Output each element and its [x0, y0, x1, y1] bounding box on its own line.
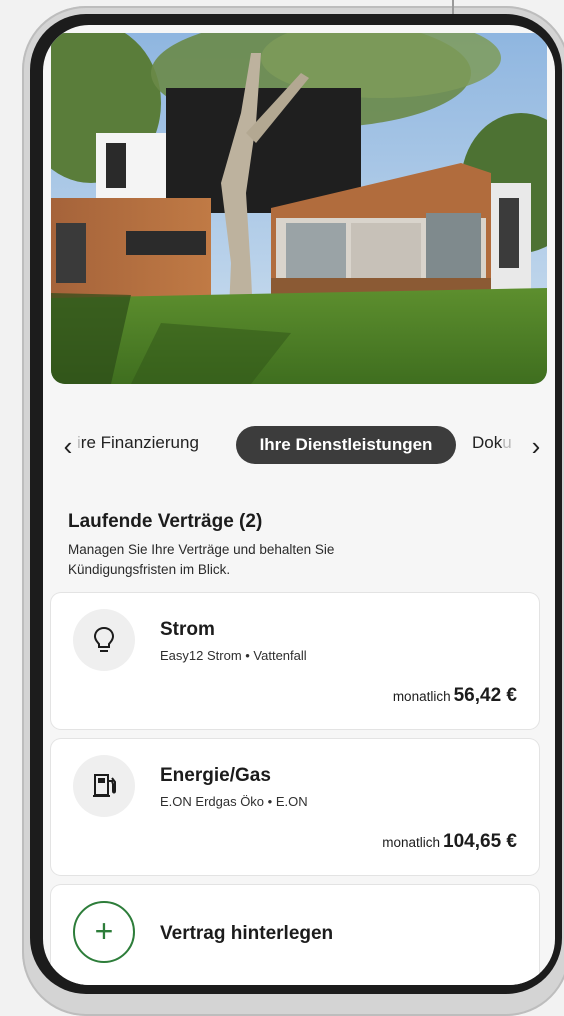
contract-title: Strom — [160, 619, 215, 640]
contract-subtitle: E.ON Erdgas Öko • E.ON — [160, 794, 308, 809]
price-period: monatlich — [392, 689, 451, 704]
app-screen: ‹ ire Finanzierung Ihre Dienstleistungen… — [43, 25, 555, 985]
price-amount: 104,65 € — [443, 831, 517, 852]
phone-side-button — [452, 0, 454, 14]
section-description: Managen Sie Ihre Verträge und behalten S… — [68, 542, 335, 577]
tab-bar: ‹ ire Finanzierung Ihre Dienstleistungen… — [43, 425, 555, 469]
plus-icon[interactable]: + — [73, 901, 135, 963]
section-title: Laufende Verträge (2) — [68, 511, 263, 532]
chevron-right-icon[interactable]: › — [525, 431, 547, 461]
lightbulb-icon — [73, 609, 135, 671]
price-amount: 56,42 € — [453, 685, 517, 706]
tab-dienstleistungen[interactable]: Ihre Dienstleistungen — [236, 426, 456, 464]
contract-card-strom[interactable]: Strom Easy12 Strom • Vattenfall monatlic… — [51, 593, 539, 729]
add-contract-card[interactable]: + Vertrag hinterlegen — [51, 885, 539, 985]
price-period: monatlich — [382, 835, 441, 850]
tab-finanzierung[interactable]: ire Finanzierung — [77, 433, 199, 453]
add-contract-label: Vertrag hinterlegen — [160, 923, 334, 944]
contract-card-gas[interactable]: Energie/Gas E.ON Erdgas Öko • E.ON monat… — [51, 739, 539, 875]
contract-price: monatlich 56,42 € — [393, 685, 517, 707]
chevron-left-icon[interactable]: ‹ — [57, 431, 79, 461]
contract-title: Energie/Gas — [160, 765, 271, 786]
gas-pump-icon — [73, 755, 135, 817]
contract-price: monatlich 104,65 € — [382, 831, 517, 853]
tab-dokumente[interactable]: Doku — [472, 433, 512, 453]
contract-subtitle: Easy12 Strom • Vattenfall — [160, 648, 307, 663]
house-photo — [51, 33, 547, 384]
